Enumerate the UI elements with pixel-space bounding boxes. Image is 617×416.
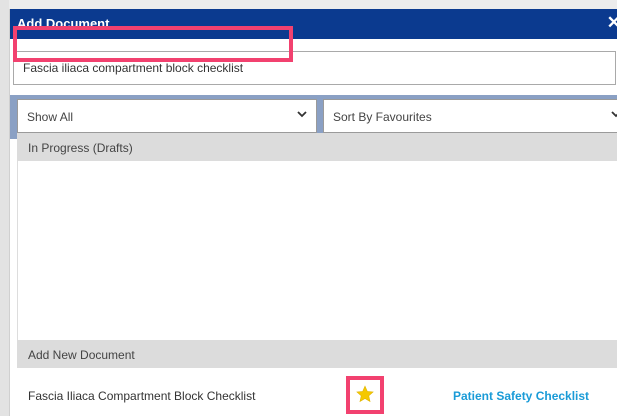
new-document-section-header: Add New Document [17, 340, 617, 368]
close-icon[interactable]: ✕ [607, 13, 617, 33]
drafts-section-header: In Progress (Drafts) [17, 133, 617, 161]
search-input[interactable] [13, 51, 616, 85]
background-left-strip [0, 0, 9, 416]
background-top-strip [0, 0, 617, 9]
star-icon [356, 385, 374, 403]
drafts-section-label: In Progress (Drafts) [28, 141, 133, 155]
new-document-section-label: Add New Document [28, 348, 135, 362]
dialog-title: Add Document [17, 16, 110, 31]
add-document-dialog: Add Document ✕ Show All Sort By Favourit… [9, 9, 617, 416]
show-filter-select[interactable]: Show All [17, 99, 317, 133]
chevron-down-icon [611, 111, 617, 118]
document-category-link[interactable]: Patient Safety Checklist [453, 389, 589, 403]
search-area [10, 39, 617, 97]
document-row[interactable]: Fascia Iliaca Compartment Block Checklis… [17, 368, 617, 416]
drafts-list [17, 161, 617, 340]
document-name: Fascia Iliaca Compartment Block Checklis… [28, 389, 256, 403]
dialog-titlebar: Add Document ✕ [10, 9, 617, 39]
favourite-star-button[interactable] [346, 376, 384, 414]
page: Add Document ✕ Show All Sort By Favourit… [0, 0, 617, 416]
sort-value: Sort By Favourites [333, 110, 432, 124]
show-filter-value: Show All [27, 110, 74, 124]
sort-select[interactable]: Sort By Favourites [323, 99, 617, 133]
chevron-down-icon [297, 111, 307, 118]
